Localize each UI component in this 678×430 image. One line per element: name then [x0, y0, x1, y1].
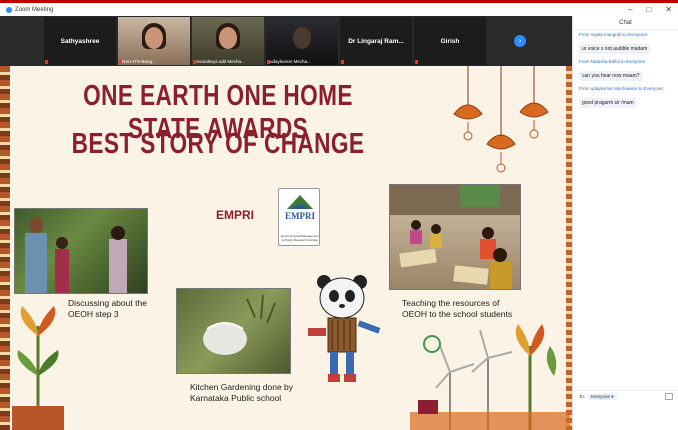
photo-caption: Discussing about the OEOH step 3	[68, 298, 147, 319]
participant-strip: Sathyashree NAU-ITS-Bang... Soundarya ad…	[0, 16, 572, 66]
window-title: Zoom Meeting	[15, 6, 54, 13]
next-page-button[interactable]: ›	[514, 35, 526, 47]
participant-tile[interactable]: Sathyashree	[44, 17, 116, 65]
participant-tile[interactable]: udaykumar Mecha...	[266, 17, 338, 65]
chat-recipient-bar: To: Everyone ▾	[573, 390, 678, 402]
mic-muted-icon	[193, 60, 196, 64]
shared-slide: ONE EARTH ONE HOME STATE AWARDS BEST STO…	[0, 66, 572, 430]
title-bar: Zoom Meeting – □ ✕	[0, 0, 678, 16]
hanging-lamps-decoration	[453, 66, 549, 173]
participant-tile[interactable]: Dr Lingaraj Ram...	[340, 17, 412, 65]
mic-muted-icon	[45, 60, 48, 64]
close-icon[interactable]: ✕	[665, 5, 672, 14]
minimize-icon[interactable]: –	[628, 5, 632, 14]
maximize-icon[interactable]: □	[646, 5, 651, 14]
panda-mascot-illustration	[308, 275, 381, 382]
file-icon[interactable]	[665, 393, 673, 400]
mic-muted-icon	[415, 60, 418, 64]
slide-subtitle: BEST STORY OF CHANGE	[71, 128, 365, 160]
zoom-window: Zoom Meeting – □ ✕ Sathyashree NAU-ITS-B…	[0, 0, 678, 430]
mic-muted-icon	[119, 60, 122, 64]
zoom-logo-icon	[6, 6, 12, 13]
empri-logo: EMPRI Environmental Management & Policy …	[278, 188, 320, 246]
photo-discussion	[14, 208, 148, 294]
chat-message: From sujata mangrab to Everyone: ur voic…	[573, 30, 678, 57]
photo-caption: Kitchen Gardening done by Karnataka Publ…	[190, 382, 294, 403]
mic-muted-icon	[341, 60, 344, 64]
participant-tile[interactable]: Girish	[414, 17, 486, 65]
chat-message: From udaykumar Mechaware to Everyone: go…	[579, 86, 665, 108]
org-label: EMPRI	[216, 208, 255, 222]
plant-decoration	[12, 306, 64, 430]
recipient-select[interactable]: Everyone ▾	[588, 393, 617, 400]
photo-classroom	[389, 184, 521, 290]
eco-decoration	[410, 324, 570, 430]
photo-kitchen-garden	[176, 288, 291, 374]
participant-tile[interactable]: NAU-ITS-Bang...	[118, 17, 190, 65]
meeting-area: Sathyashree NAU-ITS-Bang... Soundarya ad…	[0, 16, 572, 430]
participant-tile[interactable]: Soundarya adit Mecha...	[192, 17, 264, 65]
chat-message: From Natasha Ballal to Everyone: can you…	[579, 59, 647, 81]
mic-muted-icon	[267, 60, 270, 64]
chat-title: Chat	[573, 16, 678, 30]
chat-panel: Chat From sujata mangrab to Everyone: ur…	[572, 16, 678, 430]
